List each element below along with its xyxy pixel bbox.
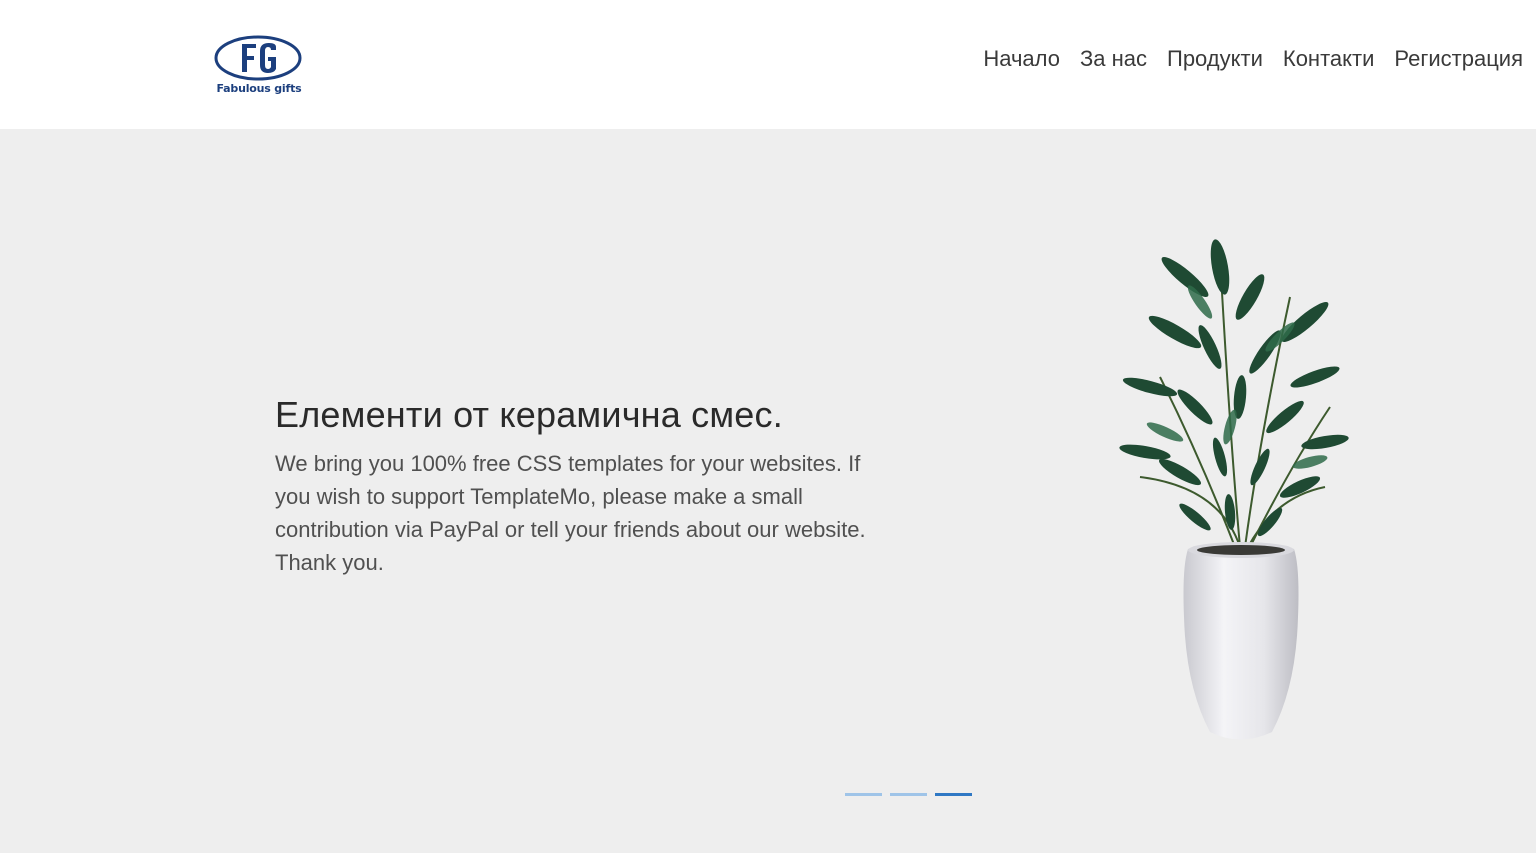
- main-nav: Начало За нас Продукти Контакти Регистра…: [983, 44, 1523, 74]
- nav-item-home[interactable]: Начало: [983, 44, 1060, 74]
- nav-item-registration[interactable]: Регистрация: [1394, 44, 1523, 74]
- nav-item-products[interactable]: Продукти: [1167, 44, 1263, 74]
- hero-description: We bring you 100% free CSS templates for…: [275, 451, 866, 575]
- hero-title: Елементи от керамична смес.: [275, 394, 783, 435]
- hero-slider: Елементи от керамична смес. We bring you…: [0, 129, 1536, 853]
- carousel-indicators: [845, 793, 972, 796]
- brand-tagline: Fabulous gifts: [216, 82, 302, 95]
- fg-logo-icon: [214, 35, 302, 81]
- carousel-dot-3[interactable]: [935, 793, 972, 796]
- carousel-dot-1[interactable]: [845, 793, 882, 796]
- nav-item-about[interactable]: За нас: [1080, 44, 1147, 74]
- carousel-dot-2[interactable]: [890, 793, 927, 796]
- site-header: Fabulous gifts Начало За нас Продукти Ко…: [0, 0, 1536, 129]
- plant-in-white-vase-image: [1119, 239, 1349, 740]
- brand-logo[interactable]: Fabulous gifts: [214, 35, 304, 99]
- nav-item-contacts[interactable]: Контакти: [1283, 44, 1375, 74]
